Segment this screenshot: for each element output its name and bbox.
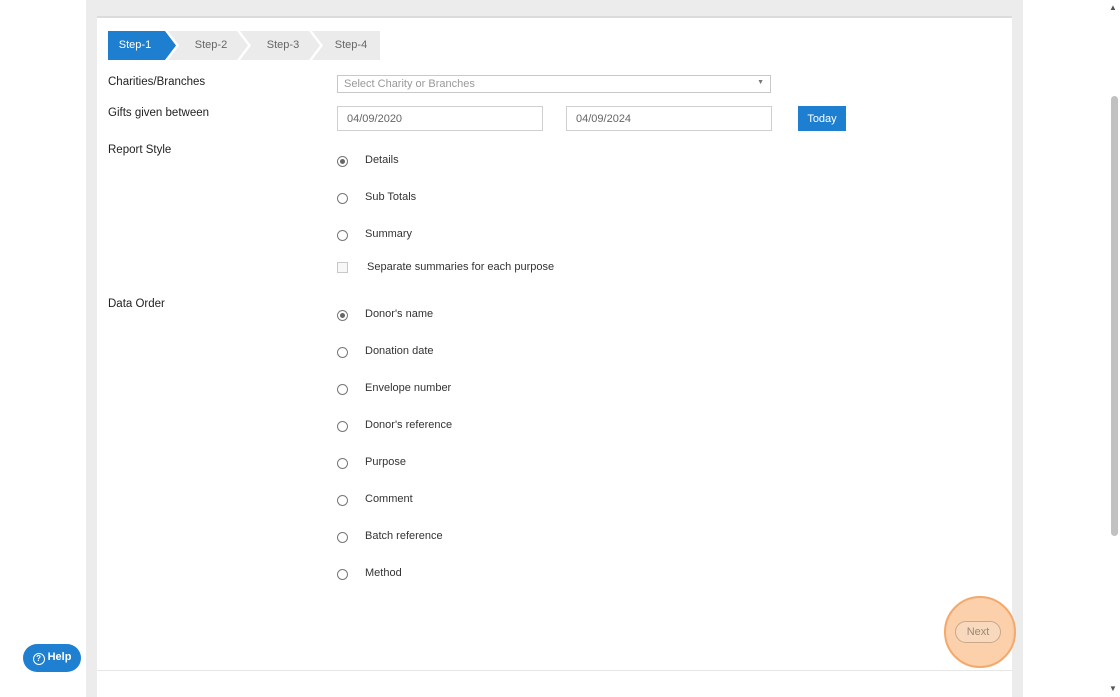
data-order-label: Data Order: [108, 298, 165, 310]
radio-sub-totals-label: Sub Totals: [365, 191, 417, 203]
charities-label: Charities/Branches: [108, 76, 206, 88]
radio-label: Batch reference: [365, 530, 443, 542]
step-2-tab[interactable]: Step-2: [168, 31, 248, 60]
report-form-card: [97, 16, 1012, 697]
radio-donors-name[interactable]: [337, 310, 348, 321]
charity-select[interactable]: Select Charity or Branches ▼: [337, 75, 771, 93]
radio-label: Donor's name: [365, 308, 434, 320]
radio-summary-label: Summary: [365, 228, 413, 240]
radio-comment[interactable]: [337, 495, 348, 506]
scroll-up-arrow-icon[interactable]: ▲: [1109, 3, 1117, 12]
date-to-input[interactable]: [566, 106, 772, 131]
date-from-input[interactable]: [337, 106, 543, 131]
help-icon: ?: [32, 653, 45, 665]
step-1-tab[interactable]: Step-1: [108, 31, 176, 60]
radio-summary[interactable]: [337, 230, 348, 241]
radio-envelope-number[interactable]: [337, 384, 348, 395]
charity-select-placeholder: Select Charity or Branches: [344, 78, 475, 90]
help-button[interactable]: ? Help: [23, 644, 81, 672]
radio-donation-date[interactable]: [337, 347, 348, 358]
next-button[interactable]: Next: [955, 621, 1001, 643]
separate-summaries-label: Separate summaries for each purpose: [367, 261, 555, 273]
today-button[interactable]: Today: [798, 106, 846, 131]
radio-label: Envelope number: [365, 382, 452, 394]
chevron-down-icon: ▼: [757, 79, 764, 86]
radio-sub-totals[interactable]: [337, 193, 348, 204]
radio-donors-reference[interactable]: [337, 421, 348, 432]
radio-label: Comment: [365, 493, 413, 505]
help-label: Help: [47, 651, 72, 663]
card-divider: [97, 670, 1012, 671]
report-style-label: Report Style: [108, 144, 172, 156]
radio-details[interactable]: [337, 156, 348, 167]
radio-label: Purpose: [365, 456, 406, 468]
radio-purpose[interactable]: [337, 458, 348, 469]
radio-details-label: Details: [365, 154, 399, 166]
radio-label: Donation date: [365, 345, 434, 357]
gifts-date-label: Gifts given between: [108, 107, 210, 119]
radio-batch-reference[interactable]: [337, 532, 348, 543]
radio-method[interactable]: [337, 569, 348, 580]
step-3-tab[interactable]: Step-3: [240, 31, 320, 60]
scrollbar-thumb[interactable]: [1111, 96, 1118, 536]
separate-summaries-checkbox[interactable]: [337, 262, 348, 273]
scroll-down-arrow-icon[interactable]: ▼: [1109, 684, 1117, 693]
radio-label: Method: [365, 567, 402, 579]
radio-label: Donor's reference: [365, 419, 453, 431]
